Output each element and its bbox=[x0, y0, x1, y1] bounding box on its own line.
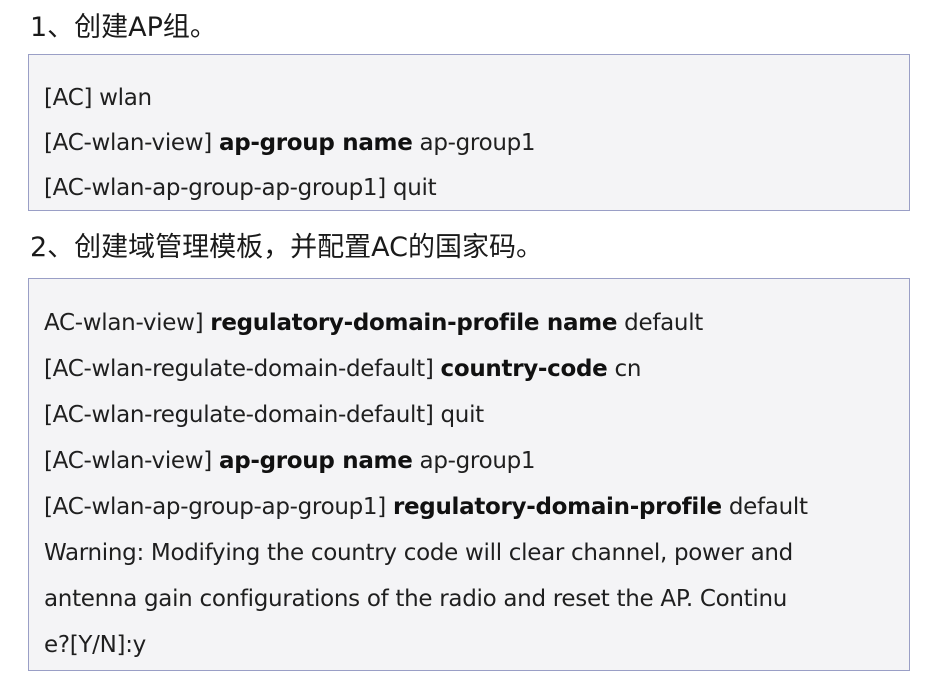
code-text: cn bbox=[607, 356, 642, 382]
code-line: [AC] wlan bbox=[44, 76, 909, 121]
warning-text: antenna gain configurations of the radio… bbox=[44, 586, 788, 612]
code-text: [AC-wlan-regulate-domain-default] quit bbox=[44, 402, 484, 428]
code-line: [AC-wlan-regulate-domain-default] countr… bbox=[44, 346, 909, 392]
command-keyword: ap-group name bbox=[218, 448, 413, 474]
code-line: [AC-wlan-regulate-domain-default] quit bbox=[44, 392, 909, 438]
code-text: AC-wlan-view] bbox=[44, 310, 211, 336]
code-line: e?[Y/N]:y bbox=[44, 622, 909, 668]
code-line: [AC-wlan-view] ap-group name ap-group1 bbox=[44, 121, 909, 166]
code-line: Warning: Modifying the country code will… bbox=[44, 530, 909, 576]
code-text: ap-group1 bbox=[412, 448, 536, 474]
command-keyword: country-code bbox=[440, 356, 608, 382]
code-text: [AC-wlan-ap-group-ap-group1] quit bbox=[44, 175, 437, 201]
command-keyword: ap-group name bbox=[218, 130, 413, 156]
code-text: default bbox=[721, 494, 808, 520]
warning-text: Warning: Modifying the country code will… bbox=[44, 540, 793, 566]
section-1-heading: 1、创建AP组。 bbox=[30, 12, 217, 43]
code-block-regulatory-domain: AC-wlan-view] regulatory-domain-profile … bbox=[28, 278, 910, 671]
code-text: [AC-wlan-regulate-domain-default] bbox=[44, 356, 441, 382]
section-2-heading: 2、创建域管理模板，并配置AC的国家码。 bbox=[30, 232, 544, 263]
code-text: [AC] wlan bbox=[44, 85, 152, 111]
code-line: AC-wlan-view] regulatory-domain-profile … bbox=[44, 300, 909, 346]
code-text: [AC-wlan-view] bbox=[44, 130, 219, 156]
code-line: antenna gain configurations of the radio… bbox=[44, 576, 909, 622]
code-text: [AC-wlan-view] bbox=[44, 448, 219, 474]
command-keyword: regulatory-domain-profile name bbox=[210, 310, 618, 336]
code-line: [AC-wlan-ap-group-ap-group1] regulatory-… bbox=[44, 484, 909, 530]
code-line: [AC-wlan-ap-group-ap-group1] quit bbox=[44, 166, 909, 211]
code-text: ap-group1 bbox=[412, 130, 536, 156]
code-text: [AC-wlan-ap-group-ap-group1] bbox=[44, 494, 393, 520]
code-text: default bbox=[617, 310, 704, 336]
code-line: [AC-wlan-view] ap-group name ap-group1 bbox=[44, 438, 909, 484]
code-block-create-ap-group: [AC] wlan [AC-wlan-view] ap-group name a… bbox=[28, 54, 910, 211]
prompt-text: e?[Y/N]:y bbox=[44, 632, 146, 658]
command-keyword: regulatory-domain-profile bbox=[392, 494, 722, 520]
